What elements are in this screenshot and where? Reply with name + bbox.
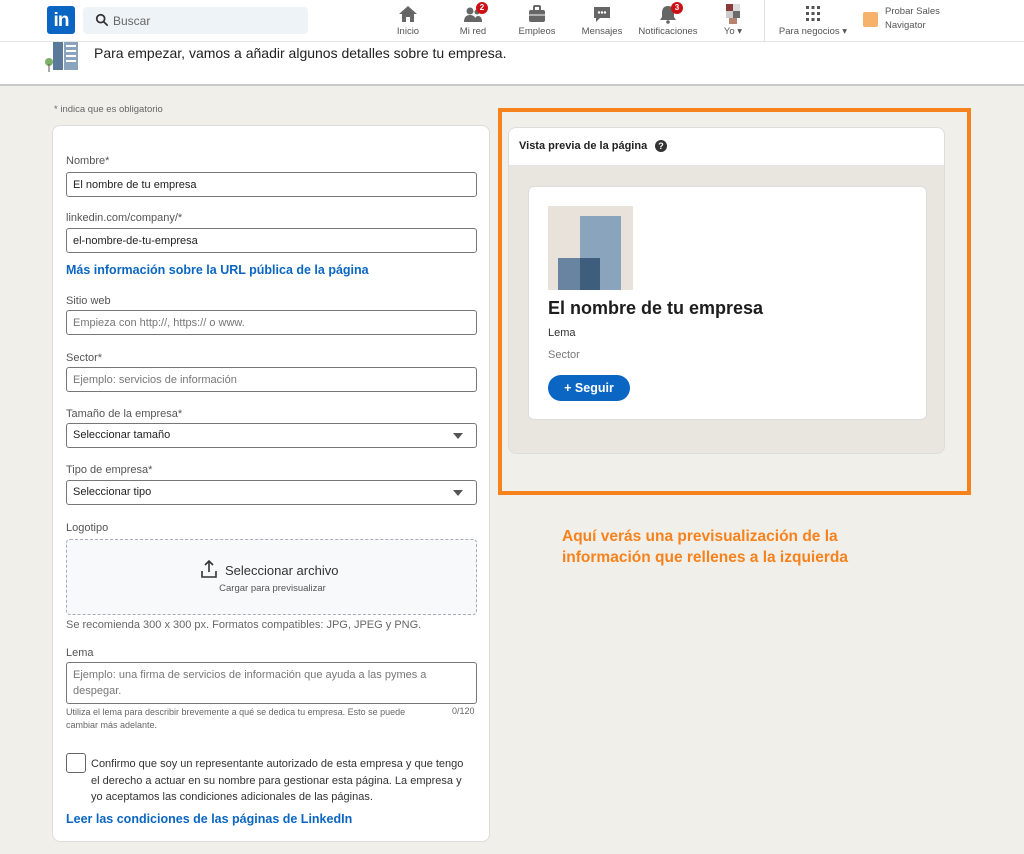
search-box[interactable] <box>83 7 308 34</box>
network-badge: 2 <box>476 2 488 14</box>
preview-tagline: Lema <box>548 327 576 339</box>
nav-network[interactable]: 2 Mi red <box>455 2 491 40</box>
network-icon: 2 <box>462 2 488 24</box>
bell-icon: 3 <box>657 2 683 24</box>
industry-label: Sector* <box>66 352 103 364</box>
type-select-value: Seleccionar tipo <box>73 486 152 498</box>
nav-home-label: Inicio <box>396 26 420 37</box>
name-label: Nombre* <box>66 155 110 167</box>
page-header: Para empezar, vamos a añadir algunos det… <box>0 42 1024 86</box>
nav-divider <box>764 0 765 42</box>
nav-business[interactable]: Para negocios ▾ <box>773 4 853 40</box>
size-select[interactable]: Seleccionar tamaño <box>66 423 477 448</box>
building-icon <box>45 42 78 72</box>
website-field[interactable] <box>66 310 477 335</box>
messaging-icon <box>594 7 610 22</box>
logo-label: Logotipo <box>66 522 109 534</box>
page-preview-card: Vista previa de la página ? El nombre de… <box>508 127 945 454</box>
size-label: Tamaño de la empresa* <box>66 408 183 420</box>
company-form: Nombre* linkedin.com/company/* Más infor… <box>52 125 490 842</box>
preview-company-name: El nombre de tu empresa <box>548 298 764 318</box>
briefcase-icon <box>529 5 545 22</box>
size-select-value: Seleccionar tamaño <box>73 429 171 441</box>
nav-messaging-label: Mensajes <box>581 26 623 37</box>
grid-icon <box>806 6 820 21</box>
header-text: Para empezar, vamos a añadir algunos det… <box>94 45 507 61</box>
required-note: * indica que es obligatorio <box>54 104 163 115</box>
nav-business-label: Para negocios ▾ <box>778 26 848 37</box>
notifications-badge: 3 <box>671 2 683 14</box>
preview-company-card: El nombre de tu empresa Lema Sector + Se… <box>528 186 927 420</box>
sales-navigator-icon <box>863 12 878 27</box>
url-label: linkedin.com/company/* <box>66 212 183 224</box>
confirm-checkbox[interactable] <box>66 753 86 773</box>
top-nav: in Inicio 2 Mi red E <box>0 0 1024 42</box>
url-help-link[interactable]: Más información sobre la URL pública de … <box>66 263 369 277</box>
nav-notifications-label: Notificaciones <box>638 26 698 37</box>
website-label: Sitio web <box>66 295 111 307</box>
linkedin-logo[interactable]: in <box>47 6 75 34</box>
upload-title: Seleccionar archivo <box>225 563 339 578</box>
nav-jobs[interactable]: Empleos <box>516 4 558 40</box>
confirm-text: Confirmo que soy un representante autori… <box>91 758 464 803</box>
follow-button[interactable]: + Seguir <box>548 375 630 401</box>
nav-me[interactable]: Yo ▾ <box>716 4 750 40</box>
nav-home[interactable]: Inicio <box>392 4 424 40</box>
caret-down-icon <box>453 490 463 496</box>
tagline-field[interactable] <box>66 662 477 704</box>
nav-jobs-label: Empleos <box>518 26 556 37</box>
terms-link[interactable]: Leer las condiciones de las páginas de L… <box>66 812 352 826</box>
upload-icon <box>201 560 217 578</box>
tagline-label: Lema <box>66 647 94 659</box>
upload-subtitle: Cargar para previsualizar <box>219 583 326 594</box>
search-input[interactable] <box>113 7 303 34</box>
sales-navigator-label: Probar Sales Navigator <box>885 6 940 31</box>
tagline-counter: 0/120 <box>452 706 475 716</box>
industry-field[interactable] <box>66 367 477 392</box>
avatar-icon <box>726 4 740 24</box>
help-icon[interactable]: ? <box>655 140 667 152</box>
type-select[interactable]: Seleccionar tipo <box>66 480 477 505</box>
search-icon <box>95 13 109 27</box>
nav-network-label: Mi red <box>459 26 487 37</box>
name-field[interactable] <box>66 172 477 197</box>
preview-annotation: Aquí verás una previsualización de la in… <box>562 528 848 566</box>
nav-me-label: Yo ▾ <box>723 26 743 37</box>
preview-title: Vista previa de la página <box>519 140 648 152</box>
preview-sector: Sector <box>548 349 580 361</box>
type-label: Tipo de empresa* <box>66 464 153 476</box>
nav-notifications[interactable]: 3 Notificaciones <box>634 2 702 40</box>
home-icon <box>399 6 417 22</box>
tagline-help-text: Utiliza el lema para describir brevement… <box>66 707 406 730</box>
nav-messaging[interactable]: Mensajes <box>580 4 624 40</box>
preview-header: Vista previa de la página ? <box>509 128 944 166</box>
url-field[interactable] <box>66 228 477 253</box>
company-logo-placeholder <box>548 206 633 290</box>
logo-help-text: Se recomienda 300 x 300 px. Formatos com… <box>66 619 422 631</box>
logo-upload-zone[interactable]: Seleccionar archivo Cargar para previsua… <box>66 539 477 615</box>
chevron-down-icon: ▾ <box>842 26 848 37</box>
chevron-down-icon: ▾ <box>737 26 743 37</box>
caret-down-icon <box>453 433 463 439</box>
